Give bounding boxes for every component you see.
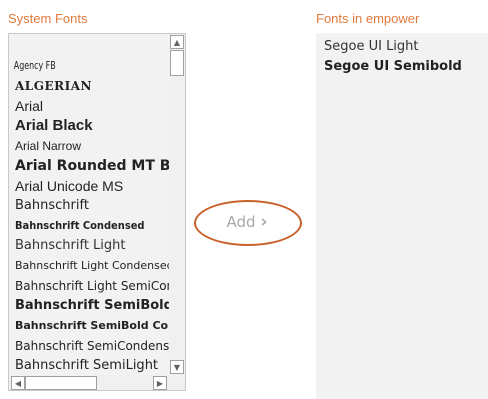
- add-button[interactable]: Add ›: [194, 200, 302, 246]
- empower-fonts-heading: Fonts in empower: [316, 11, 420, 26]
- list-item[interactable]: Arial Black: [9, 116, 169, 136]
- list-item[interactable]: Agency FB: [9, 56, 137, 76]
- highlight-ring: [194, 200, 302, 246]
- list-item[interactable]: Bahnschrift SemiBold: [9, 296, 169, 316]
- list-item[interactable]: Arial: [9, 96, 169, 116]
- system-fonts-heading: System Fonts: [8, 11, 88, 26]
- list-item[interactable]: Arial Unicode MS: [9, 176, 169, 196]
- list-item[interactable]: Arial Rounded MT Bold: [9, 156, 169, 176]
- list-item[interactable]: Arial Narrow: [9, 136, 169, 156]
- scroll-down-icon[interactable]: ▼: [170, 360, 184, 374]
- horizontal-scroll-thumb[interactable]: [25, 376, 97, 390]
- list-item[interactable]: Bahnschrift Light SemiCondensed: [9, 276, 169, 296]
- list-item[interactable]: Bahnschrift SemiCondensed: [9, 336, 169, 356]
- scroll-left-icon[interactable]: ◀: [11, 376, 25, 390]
- empower-fonts-listbox[interactable]: Segoe UI Light Segoe UI Semibold: [316, 33, 488, 399]
- list-item[interactable]: ALGERIAN: [9, 76, 169, 96]
- system-fonts-viewport: Agency FB ALGERIAN Arial Arial Black Ari…: [9, 34, 169, 375]
- vertical-scroll-thumb[interactable]: [170, 50, 184, 76]
- list-item[interactable]: Segoe UI Semibold: [324, 57, 488, 77]
- list-item[interactable]: Bahnschrift Condensed: [9, 216, 169, 236]
- system-fonts-list: Agency FB ALGERIAN Arial Arial Black Ari…: [9, 34, 169, 375]
- vertical-scrollbar[interactable]: ▲ ▼: [169, 34, 185, 375]
- list-item[interactable]: Bahnschrift: [9, 196, 169, 216]
- empower-fonts-list: Segoe UI Light Segoe UI Semibold: [316, 33, 488, 77]
- list-item[interactable]: Bahnschrift SemiLight: [9, 356, 169, 375]
- scroll-right-icon[interactable]: ▶: [153, 376, 167, 390]
- horizontal-scrollbar[interactable]: ◀ ▶: [9, 375, 185, 390]
- system-fonts-listbox[interactable]: Agency FB ALGERIAN Arial Arial Black Ari…: [8, 33, 186, 391]
- list-item[interactable]: Bahnschrift SemiBold Condensed: [9, 316, 169, 336]
- list-item[interactable]: Bahnschrift Light: [9, 236, 169, 256]
- list-item[interactable]: Bahnschrift Light Condensed: [9, 256, 169, 276]
- scroll-up-icon[interactable]: ▲: [170, 35, 184, 49]
- list-item[interactable]: Segoe UI Light: [324, 37, 488, 57]
